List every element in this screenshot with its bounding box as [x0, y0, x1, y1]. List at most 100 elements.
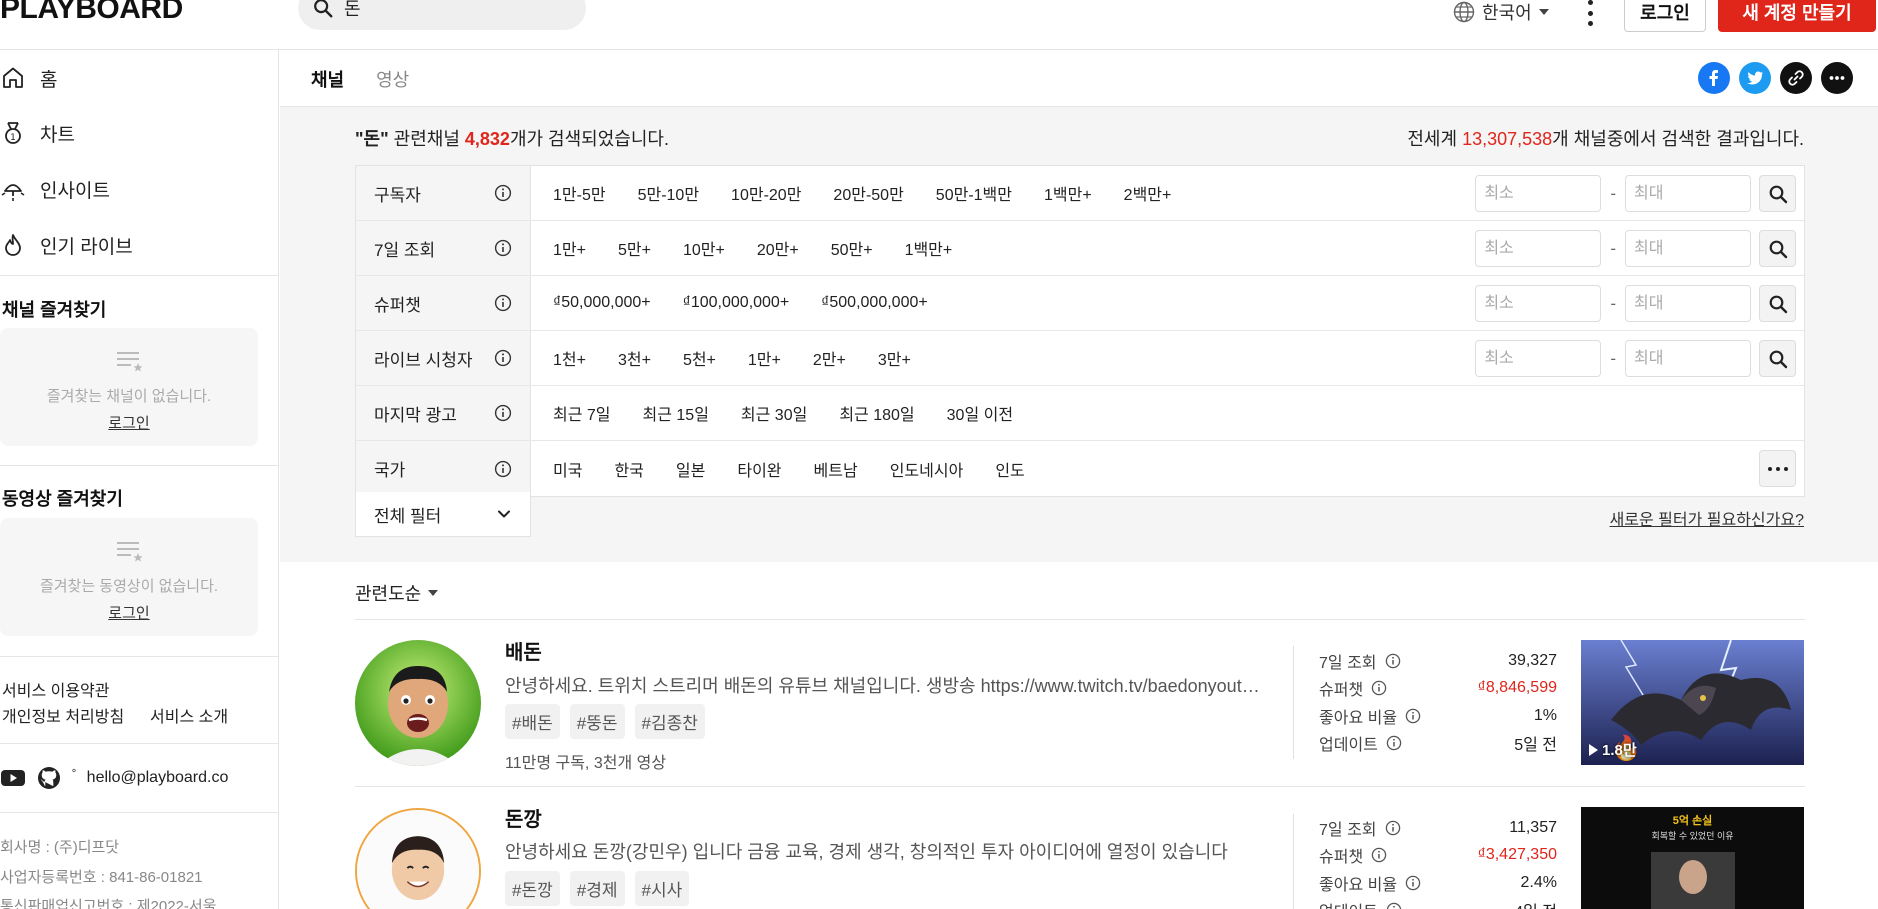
- sort-dropdown[interactable]: 관련도순: [355, 580, 439, 606]
- filter-option[interactable]: 3천+: [618, 346, 651, 370]
- filter-option[interactable]: ₫50,000,000+: [553, 294, 651, 312]
- channel-tag[interactable]: #뚱돈: [569, 704, 625, 739]
- tab-video[interactable]: 영상: [376, 62, 409, 111]
- info-icon[interactable]: [494, 184, 512, 202]
- filter-option[interactable]: 1만+: [553, 236, 586, 260]
- filter-option[interactable]: 30일 이전: [947, 401, 1013, 425]
- sidebar-item-home[interactable]: 홈: [0, 60, 57, 96]
- filter-max-input[interactable]: [1625, 230, 1751, 267]
- playboard-logo[interactable]: PLAYBOARD: [0, 0, 183, 26]
- login-button[interactable]: 로그인: [1624, 0, 1706, 32]
- filter-option[interactable]: 20만+: [757, 236, 799, 260]
- video-thumbnail[interactable]: 5억 손실 회복할 수 있었던 이유: [1581, 807, 1804, 909]
- search-bar[interactable]: [298, 0, 586, 30]
- language-selector[interactable]: 한국어: [1452, 0, 1549, 24]
- info-icon[interactable]: [1385, 820, 1401, 836]
- filter-option[interactable]: 5천+: [683, 346, 716, 370]
- filter-option[interactable]: 인도네시아: [890, 457, 964, 481]
- terms-link[interactable]: 서비스 이용약관: [2, 677, 110, 701]
- signup-button[interactable]: 새 계정 만들기: [1718, 0, 1876, 32]
- youtube-icon[interactable]: [0, 765, 26, 791]
- sidebar-item-insight[interactable]: 인사이트: [0, 171, 110, 207]
- facebook-share-button[interactable]: [1698, 62, 1730, 94]
- filter-option[interactable]: 인도: [995, 457, 1024, 481]
- more-menu-icon[interactable]: [1582, 0, 1598, 26]
- tab-channel[interactable]: 채널: [311, 62, 345, 111]
- filter-option[interactable]: 2백만+: [1124, 181, 1172, 205]
- filter-min-input[interactable]: [1475, 175, 1602, 212]
- info-icon[interactable]: [494, 239, 512, 257]
- filter-option[interactable]: ₫500,000,000+: [821, 294, 928, 312]
- sidebar-item-chart[interactable]: 1 차트: [0, 115, 75, 151]
- info-icon[interactable]: [1385, 653, 1401, 669]
- filter-search-button[interactable]: [1759, 340, 1796, 377]
- filter-option[interactable]: 1백만+: [905, 236, 953, 260]
- info-icon[interactable]: [494, 404, 512, 422]
- filter-search-button[interactable]: [1759, 285, 1796, 322]
- filter-option[interactable]: 1만-5만: [553, 181, 606, 205]
- more-share-button[interactable]: [1821, 62, 1853, 94]
- info-icon[interactable]: [494, 294, 512, 312]
- info-icon[interactable]: [1405, 708, 1421, 724]
- filter-option[interactable]: 최근 180일: [839, 401, 914, 425]
- info-icon[interactable]: [494, 460, 512, 478]
- channel-tag[interactable]: #배돈: [505, 704, 560, 739]
- info-icon[interactable]: [1386, 902, 1402, 909]
- filter-max-input[interactable]: [1625, 285, 1751, 322]
- channel-tag[interactable]: #경제: [569, 871, 625, 906]
- channel-tag[interactable]: #김종찬: [634, 704, 705, 739]
- filter-option[interactable]: 일본: [676, 457, 705, 481]
- filter-option[interactable]: 2만+: [813, 346, 846, 370]
- info-icon[interactable]: [1386, 735, 1402, 751]
- filter-min-input[interactable]: [1475, 230, 1602, 267]
- video-favorites-login-link[interactable]: 로그인: [108, 602, 149, 623]
- info-icon[interactable]: [494, 349, 512, 367]
- filter-option[interactable]: 최근 7일: [553, 401, 611, 425]
- filter-option[interactable]: ₫100,000,000+: [683, 294, 790, 312]
- filter-search-button[interactable]: [1759, 175, 1796, 212]
- channel-name[interactable]: 배돈: [505, 636, 542, 665]
- filter-option[interactable]: 미국: [553, 457, 582, 481]
- filter-option[interactable]: 한국: [614, 457, 643, 481]
- filter-option[interactable]: 10만-20만: [731, 181, 801, 205]
- filter-option[interactable]: 20만-50만: [833, 181, 903, 205]
- twitter-share-button[interactable]: [1739, 62, 1771, 94]
- filter-option[interactable]: 5만+: [618, 236, 651, 260]
- info-icon[interactable]: [1405, 875, 1421, 891]
- info-icon[interactable]: [1371, 847, 1387, 863]
- filter-option[interactable]: 50만+: [831, 236, 873, 260]
- channel-favorites-login-link[interactable]: 로그인: [108, 412, 149, 433]
- copy-link-button[interactable]: [1780, 62, 1812, 94]
- filter-option[interactable]: 타이완: [737, 457, 781, 481]
- filter-min-input[interactable]: [1475, 285, 1602, 322]
- info-icon[interactable]: [1371, 680, 1387, 696]
- filter-min-input[interactable]: [1475, 340, 1602, 377]
- filter-option[interactable]: 1만+: [748, 346, 781, 370]
- sidebar-item-live[interactable]: 인기 라이브: [0, 227, 133, 263]
- filter-search-button[interactable]: [1759, 230, 1796, 267]
- filter-option[interactable]: 10만+: [683, 236, 725, 260]
- filter-option[interactable]: 최근 15일: [643, 401, 709, 425]
- filter-option[interactable]: 1천+: [553, 346, 586, 370]
- privacy-link[interactable]: 개인정보 처리방침: [2, 703, 124, 727]
- channel-tag[interactable]: #돈깡: [505, 871, 560, 906]
- filter-option[interactable]: 베트남: [814, 457, 858, 481]
- filter-max-input[interactable]: [1625, 175, 1751, 212]
- search-input[interactable]: [344, 0, 564, 19]
- all-filter-toggle[interactable]: 전체 필터: [355, 492, 531, 537]
- about-link[interactable]: 서비스 소개: [150, 703, 228, 727]
- channel-tag[interactable]: #시사: [634, 871, 690, 906]
- filter-option[interactable]: 1백만+: [1044, 181, 1092, 205]
- channel-avatar[interactable]: [355, 808, 481, 909]
- github-icon[interactable]: [36, 765, 62, 791]
- more-countries-button[interactable]: [1759, 450, 1796, 487]
- video-thumbnail[interactable]: 🔥 1.8만: [1581, 640, 1804, 765]
- filter-option[interactable]: 최근 30일: [741, 401, 807, 425]
- filter-option[interactable]: 5만-10만: [638, 181, 699, 205]
- filter-option[interactable]: 3만+: [878, 346, 911, 370]
- new-filter-link[interactable]: 새로운 필터가 필요하신가요?: [1610, 506, 1804, 530]
- channel-name[interactable]: 돈깡: [505, 803, 542, 832]
- channel-avatar[interactable]: [355, 640, 481, 766]
- email-link[interactable]: hello@playboard.co: [87, 769, 229, 787]
- filter-option[interactable]: 50만-1백만: [936, 181, 1012, 205]
